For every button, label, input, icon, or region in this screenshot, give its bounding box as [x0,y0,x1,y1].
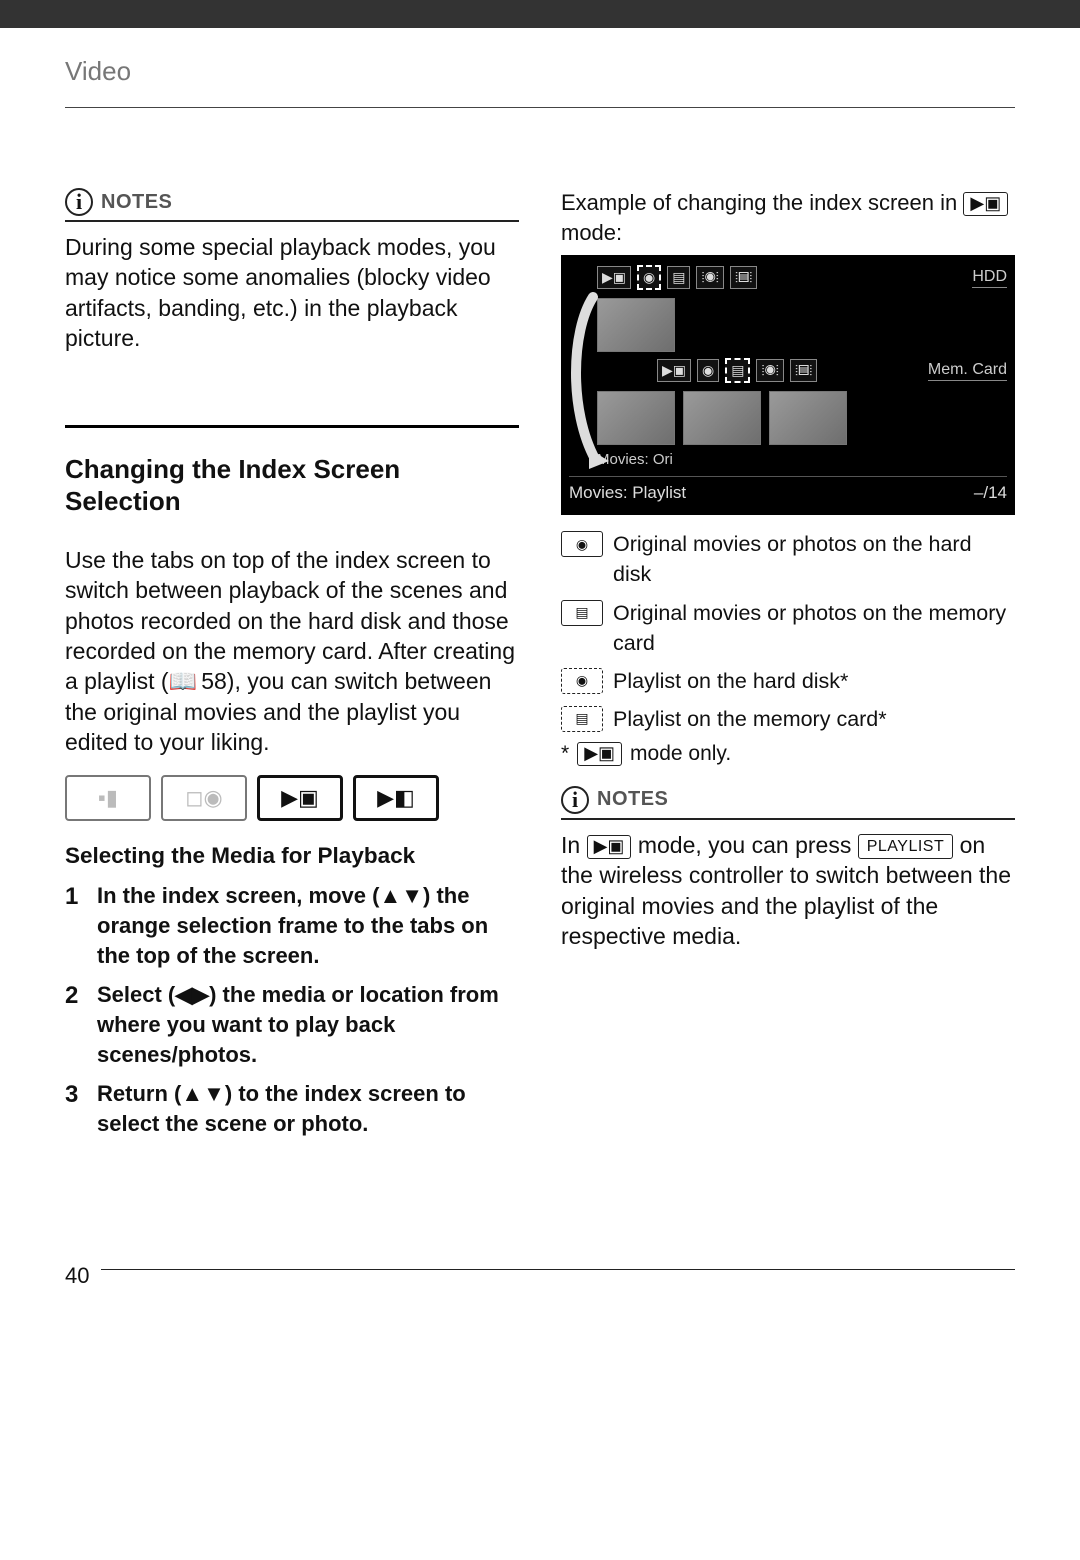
legend-text: Original movies or photos on the memory … [613,598,1015,658]
subsection-title: Changing the Index Screen Selection [65,454,519,516]
page-reference: 📖 58 [169,666,227,696]
footnote-asterisk: * [561,742,569,766]
page-footer-rule: 40 [65,1269,1015,1289]
tab-hdd-icon: ◉ [637,265,661,290]
footnote: * ▶▣ mode only. [561,742,1015,766]
legend-item: ◉ Original movies or photos on the hard … [561,529,1015,589]
page-number: 40 [65,1263,101,1289]
tab-hdd-icon: ◉ [697,359,719,382]
tab-row-top: ▶▣ ◉ ▤ ⦙◉⦙ ⦙▤⦙ HDD [569,265,1007,290]
thumbnail [769,391,847,445]
storage-label-memcard: Mem. Card [928,361,1007,381]
tab-card-icon: ▤ [667,266,690,289]
mode-record-video-icon: ▪▮ [65,775,151,821]
footnote-text: mode only. [630,742,731,766]
step-3: 3 Return (▲▼) to the index screen to sel… [65,1079,519,1138]
arrows-updown-icon: ▲▼ [379,883,423,908]
row-label-original: Movies: Ori [597,451,1007,468]
left-column: i NOTES During some special playback mod… [65,188,519,1149]
playlist-button-label: PLAYLIST [858,834,954,859]
tab-icon: ▶▣ [597,266,631,289]
section-label: Video [65,56,1015,87]
tab-card-playlist-icon: ⦙▤⦙ [730,266,757,289]
example-text-b: mode: [561,220,622,245]
window-top-bar [0,0,1080,28]
step-text-a: Select ( [97,982,175,1007]
playlist-count: –/14 [974,483,1007,503]
thumbnail-row [569,391,1007,445]
arrows-updown-icon: ▲▼ [181,1081,225,1106]
info-icon: i [65,188,93,216]
play-video-mode-icon: ▶▣ [577,742,622,766]
notes2-a: In [561,832,587,858]
right-column: Example of changing the index screen in … [561,188,1015,1149]
notes-body-2: In ▶▣ mode, you can press PLAYLIST on th… [561,830,1015,951]
document-page: Video i NOTES During some special playba… [0,28,1080,1319]
card-playlist-icon: ▤ [561,706,603,732]
book-icon: 📖 [169,666,198,696]
step-2: 2 Select (◀▶) the media or location from… [65,980,519,1069]
section-underline [65,107,1015,108]
notes2-b: mode, you can press [631,832,857,858]
notes-heading: i NOTES [65,188,519,222]
thumbnail-row [569,298,1007,352]
thumbnail [683,391,761,445]
figure-legend: ◉ Original movies or photos on the hard … [561,529,1015,734]
play-video-mode-icon: ▶▣ [587,835,632,859]
notes-label: NOTES [101,191,172,214]
mode-selector-diagram: ▪▮ ◻◉ ▶▣ ▶◧ [65,775,519,821]
mode-play-video-icon: ▶▣ [257,775,343,821]
step-number: 3 [65,1079,87,1138]
intro-paragraph: Use the tabs on top of the index screen … [65,545,519,758]
curved-arrow-icon [565,291,613,471]
legend-text: Playlist on the hard disk* [613,666,848,696]
legend-item: ▤ Playlist on the memory card* [561,704,1015,734]
mode-play-photo-icon: ▶◧ [353,775,439,821]
two-column-layout: i NOTES During some special playback mod… [65,188,1015,1149]
notes-label: NOTES [597,788,668,811]
notes-heading: i NOTES [561,786,1015,820]
step-text-a: In the index screen, move ( [97,883,379,908]
notes-body: During some special playback modes, you … [65,232,519,353]
figure-bottom-bar: Movies: Playlist –/14 [569,476,1007,503]
tab-card-playlist-icon: ⦙▤⦙ [790,359,817,382]
tab-icon: ▶▣ [657,359,691,382]
section-rule [65,425,519,428]
info-icon: i [561,786,589,814]
tab-row-mid: ▶▣ ◉ ▤ ⦙◉⦙ ⦙▤⦙ Mem. Card [569,358,1007,383]
tab-hdd-playlist-icon: ⦙◉⦙ [756,359,783,382]
example-text-a: Example of changing the index screen in [561,190,963,215]
hdd-icon: ◉ [561,531,603,557]
page-ref-number: 58 [201,666,227,696]
procedure-title: Selecting the Media for Playback [65,843,519,869]
tab-card-icon: ▤ [725,358,750,383]
step-number: 2 [65,980,87,1069]
mode-record-photo-icon: ◻◉ [161,775,247,821]
play-video-mode-icon: ▶▣ [963,192,1008,216]
legend-text: Playlist on the memory card* [613,704,887,734]
card-icon: ▤ [561,600,603,626]
procedure-steps: 1 In the index screen, move (▲▼) the ora… [65,881,519,1139]
hdd-playlist-icon: ◉ [561,668,603,694]
arrows-leftright-icon: ◀▶ [175,982,209,1007]
legend-item: ◉ Playlist on the hard disk* [561,666,1015,696]
step-1: 1 In the index screen, move (▲▼) the ora… [65,881,519,970]
tab-hdd-playlist-icon: ⦙◉⦙ [696,266,723,289]
step-text-a: Return ( [97,1081,181,1106]
legend-text: Original movies or photos on the hard di… [613,529,1015,589]
legend-item: ▤ Original movies or photos on the memor… [561,598,1015,658]
index-screen-figure: ▶▣ ◉ ▤ ⦙◉⦙ ⦙▤⦙ HDD ▶▣ ◉ ▤ ⦙◉⦙ ⦙▤⦙ [561,255,1015,515]
playlist-label: Movies: Playlist [569,483,686,503]
step-number: 1 [65,881,87,970]
storage-label-hdd: HDD [972,268,1007,288]
example-caption: Example of changing the index screen in … [561,188,1015,247]
